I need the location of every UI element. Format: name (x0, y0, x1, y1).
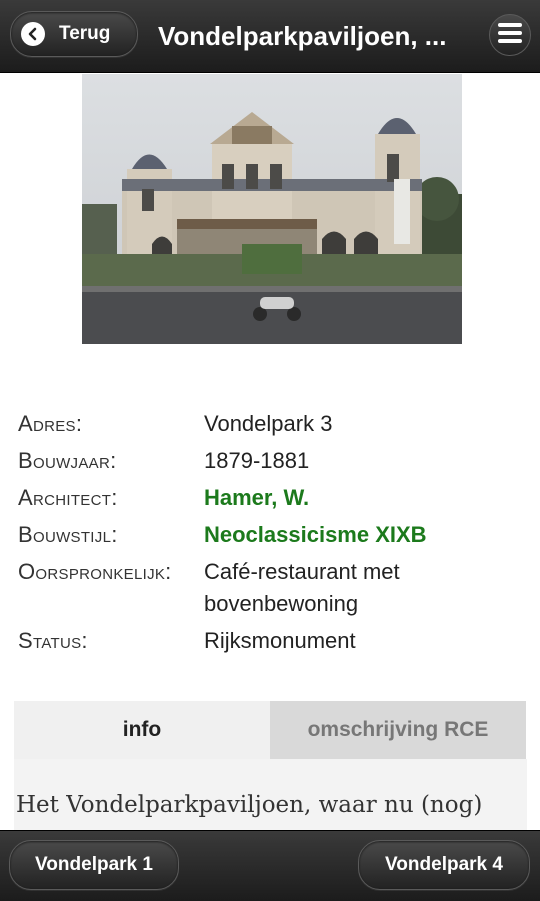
adres-value: Vondelpark 3 (204, 411, 333, 436)
oorspronkelijk-value-line2: bovenbewoning (204, 591, 359, 616)
bottom-bar: Vondelpark 1 Vondelpark 4 (0, 830, 540, 901)
page-title: Vondelparkpaviljoen, ... (158, 21, 447, 51)
monument-details: Adres: Vondelpark 3 Bouwjaar: 1879-1881 … (18, 408, 528, 662)
chevron-left-icon (21, 22, 45, 46)
detail-row-adres: Adres: Vondelpark 3 (18, 408, 528, 440)
monument-photo (82, 74, 462, 344)
description-text: Het Vondelparkpaviljoen, waar nu (nog) (16, 792, 483, 818)
next-monument-button[interactable]: Vondelpark 4 (358, 840, 530, 890)
oorspronkelijk-label: Oorspronkelijk: (18, 559, 172, 584)
detail-row-status: Status: Rijksmonument (18, 625, 528, 657)
back-button-label: Terug (59, 23, 111, 44)
back-button[interactable]: Terug (10, 11, 138, 57)
previous-monument-button[interactable]: Vondelpark 1 (9, 840, 179, 890)
detail-row-bouwjaar: Bouwjaar: 1879-1881 (18, 445, 528, 477)
status-value: Rijksmonument (204, 628, 356, 653)
hamburger-menu-icon (497, 22, 523, 49)
architect-label: Architect: (18, 485, 118, 510)
bouwjaar-label: Bouwjaar: (18, 448, 117, 473)
oorspronkelijk-value-line1: Café-restaurant met (204, 559, 400, 584)
bouwstijl-link[interactable]: Neoclassicisme XIXB (204, 519, 524, 551)
detail-row-oorspronkelijk: Oorspronkelijk: Café-restaurant met bove… (18, 556, 528, 620)
architect-link[interactable]: Hamer, W. (204, 482, 524, 514)
top-bar: Terug Vondelparkpaviljoen, ... (0, 0, 540, 73)
bouwjaar-value: 1879-1881 (204, 448, 310, 473)
oorspronkelijk-value: Café-restaurant met bovenbewoning (204, 556, 524, 620)
tab-omschrijving-rce[interactable]: omschrijving RCE (270, 701, 526, 759)
detail-row-bouwstijl: Bouwstijl: Neoclassicisme XIXB (18, 519, 528, 551)
tab-info[interactable]: info (14, 701, 270, 759)
status-label: Status: (18, 628, 88, 653)
detail-row-architect: Architect: Hamer, W. (18, 482, 528, 514)
adres-label: Adres: (18, 411, 83, 436)
bouwstijl-label: Bouwstijl: (18, 522, 118, 547)
content-tabs: info omschrijving RCE (14, 701, 527, 759)
menu-button[interactable] (489, 14, 531, 56)
